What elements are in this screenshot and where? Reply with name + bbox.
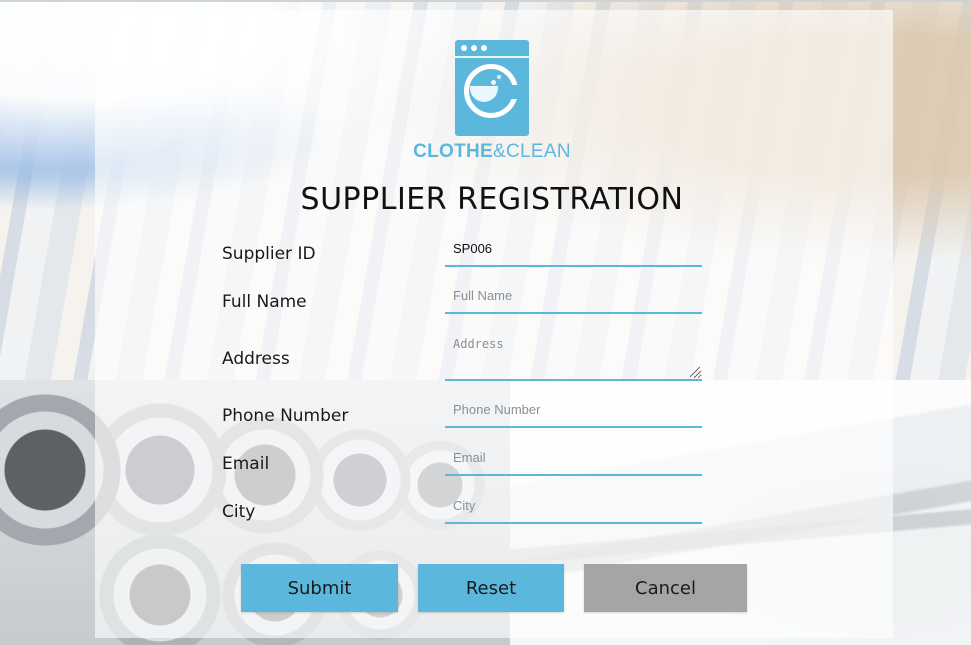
top-border [0, 0, 971, 2]
brand-name: CLOTHE&CLEAN [413, 141, 571, 162]
submit-button[interactable]: Submit [241, 564, 398, 612]
page-title: SUPPLIER REGISTRATION [300, 182, 684, 217]
email-label: Email [222, 454, 270, 474]
resize-handle-icon[interactable] [690, 367, 700, 377]
reset-button[interactable]: Reset [418, 564, 564, 612]
full-name-field[interactable] [445, 287, 702, 314]
supplier-id-field[interactable] [445, 240, 702, 267]
phone-number-label: Phone Number [222, 406, 349, 426]
city-field[interactable] [445, 497, 702, 524]
supplier-id-label: Supplier ID [222, 244, 316, 264]
phone-number-field[interactable] [445, 401, 702, 428]
washing-machine-logo-icon [455, 40, 529, 136]
email-field[interactable] [445, 449, 702, 476]
cancel-button[interactable]: Cancel [584, 564, 747, 612]
full-name-label: Full Name [222, 292, 307, 312]
address-label: Address [222, 349, 290, 369]
address-field[interactable] [445, 335, 702, 381]
city-label: City [222, 502, 256, 522]
